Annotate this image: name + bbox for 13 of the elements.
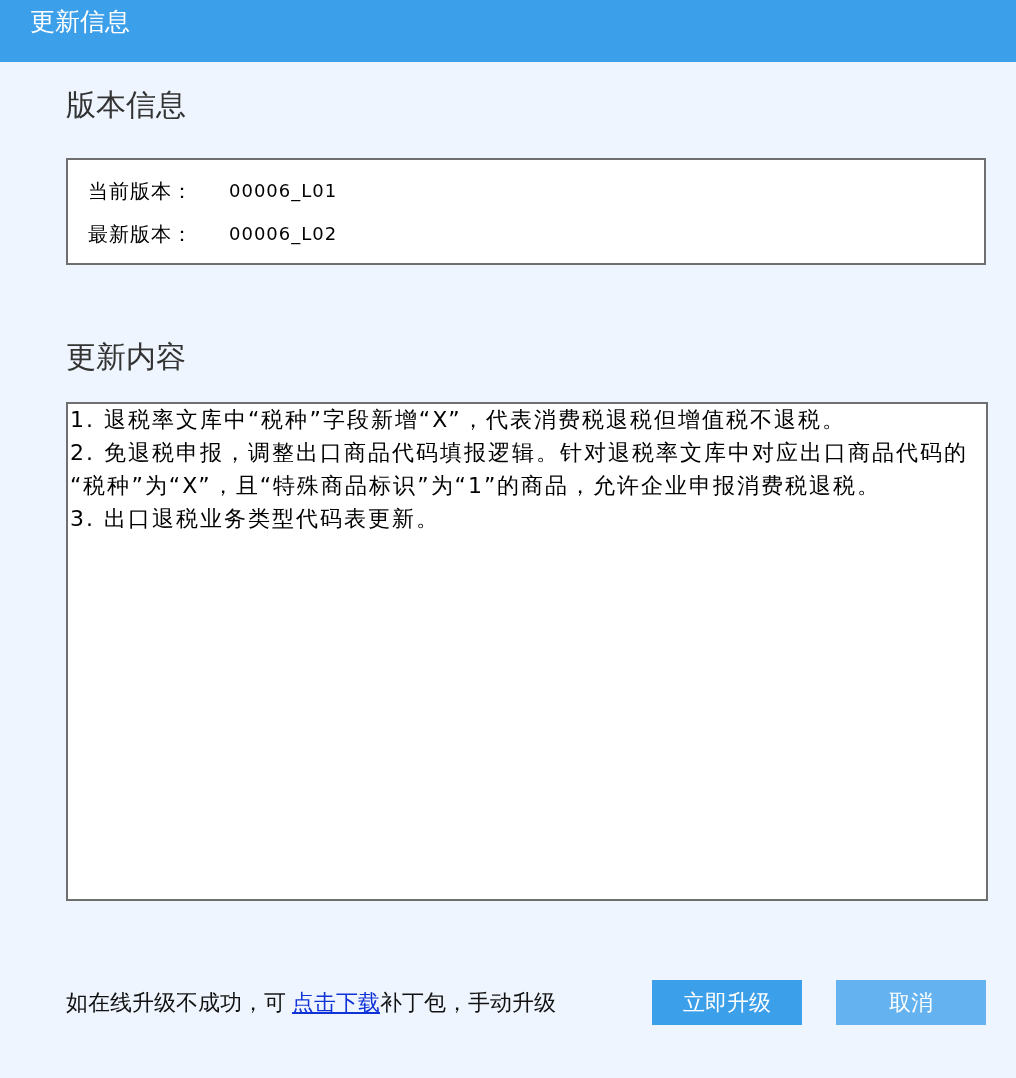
update-note: 1. 退税率文库中“税种”字段新增“X”，代表消费税退税但增值税不退税。	[70, 406, 847, 434]
window-title: 更新信息	[30, 7, 130, 37]
update-notes-field[interactable]: 1. 退税率文库中“税种”字段新增“X”，代表消费税退税但增值税不退税。 2. 免退税申报，调整出口商品代码填报逻辑。针对退税率文库中对应出口商品代码的“税种”为“X”，且“特殊商品标识”为“1”的商品，允许企业申报消费税退税。 3. 出口退税业务类型代码表更新。	[66, 402, 988, 901]
version-label: 最新版本：	[88, 221, 194, 248]
update-note: 2. 免退税申报，调整出口商品代码填报逻辑。针对退税率文库中对应出口商品代码的“税种”为“X”，且“特殊商品标识”为“1”的商品，允许企业申报消费税退税。	[70, 438, 969, 500]
update-note: 3. 出口退税业务类型代码表更新。	[70, 504, 441, 533]
version-label: 当前版本：	[88, 178, 194, 205]
section-heading: 版本信息	[66, 87, 186, 123]
upgrade-hint-text: 如在线升级不成功，可 点击下载补丁包，手动升级	[66, 988, 557, 1017]
download-link[interactable]: 点击下载	[292, 989, 380, 1015]
section-heading: 更新内容	[66, 339, 186, 375]
version-value: 00006_L02	[229, 222, 338, 247]
version-value: 00006_L01	[229, 179, 338, 204]
